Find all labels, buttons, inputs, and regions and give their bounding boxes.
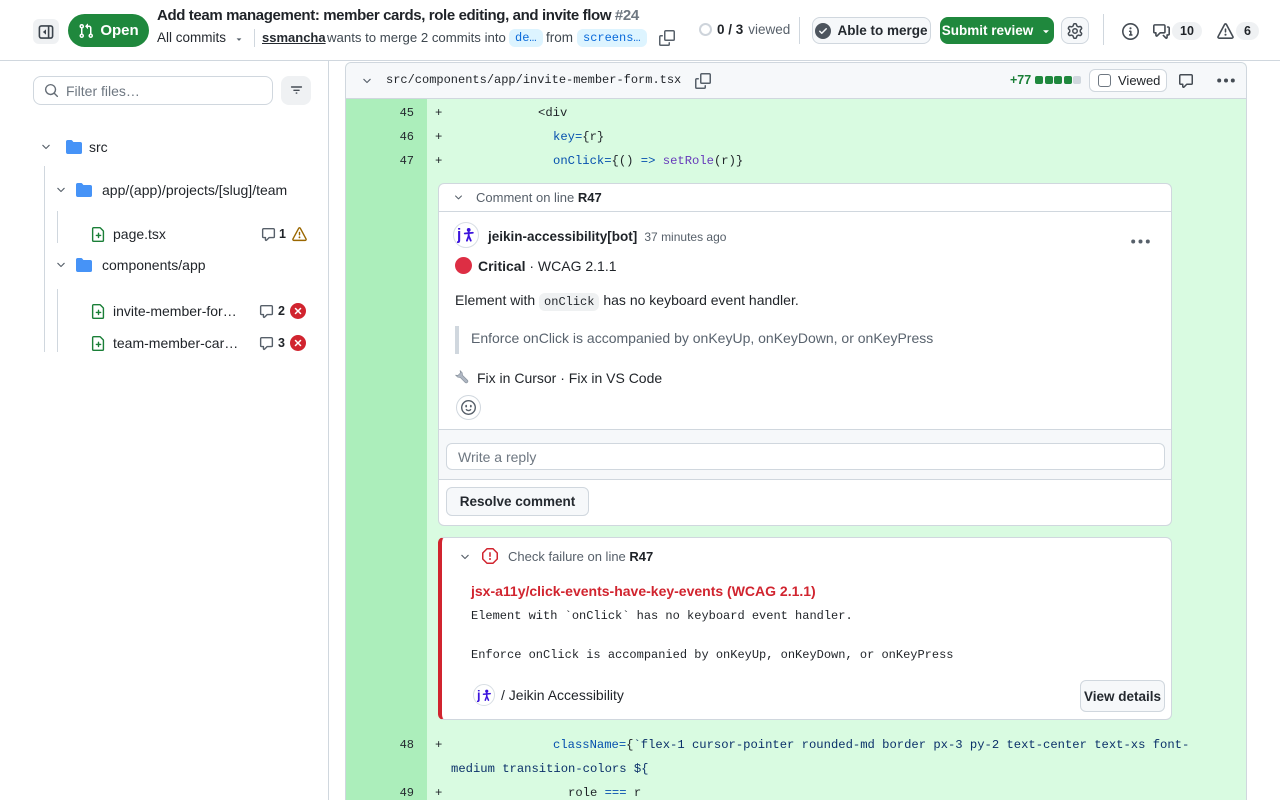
svg-text:j: j (457, 227, 461, 244)
svg-text:j: j (477, 688, 481, 702)
